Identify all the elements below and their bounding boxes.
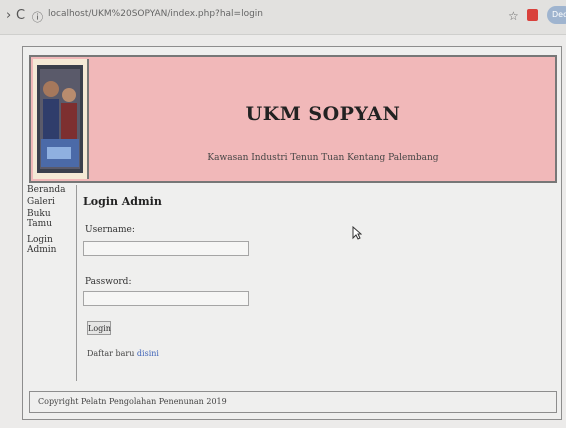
- forward-icon[interactable]: ›: [6, 8, 11, 23]
- password-label: Password:: [85, 277, 132, 287]
- login-button[interactable]: Login: [87, 321, 111, 335]
- page-container: UKM SOPYAN Kawasan Industri Tenun Tuan K…: [22, 46, 562, 420]
- sidebar-nav: Beranda Galeri Buku Tamu Login Admin: [23, 185, 77, 381]
- username-field[interactable]: [83, 241, 249, 256]
- username-label: Username:: [85, 225, 135, 235]
- reload-icon[interactable]: C: [16, 8, 25, 23]
- site-title: UKM SOPYAN: [245, 103, 401, 125]
- login-title: Login Admin: [83, 195, 162, 208]
- browser-toolbar: › C ⓘ localhost/UKM%20SOPYAN/index.php?h…: [0, 0, 566, 35]
- sidebar-item-galeri[interactable]: Galeri: [27, 197, 55, 207]
- extension-icon[interactable]: [527, 9, 538, 21]
- sidebar-item-beranda[interactable]: Beranda: [27, 185, 66, 195]
- register-link[interactable]: disini: [137, 349, 159, 358]
- register-label: Daftar baru: [87, 349, 135, 358]
- bookmark-star-icon[interactable]: ☆: [508, 9, 519, 23]
- mouse-cursor-icon: [352, 226, 362, 240]
- site-subtitle: Kawasan Industri Tenun Tuan Kentang Pale…: [207, 153, 439, 163]
- login-panel: Login Admin Username: Password: Login Da…: [81, 185, 551, 381]
- site-footer: Copyright Pelatn Pengolahan Penenunan 20…: [29, 391, 557, 413]
- address-bar[interactable]: localhost/UKM%20SOPYAN/index.php?hal=log…: [48, 9, 263, 19]
- sidebar-item-buku-tamu[interactable]: Buku Tamu: [27, 209, 76, 229]
- register-text: Daftar baru disini: [87, 349, 159, 358]
- profile-button[interactable]: Dedi: [547, 6, 566, 24]
- header-logo-image: [33, 59, 89, 179]
- password-field[interactable]: [83, 291, 249, 306]
- site-header: UKM SOPYAN Kawasan Industri Tenun Tuan K…: [29, 55, 557, 183]
- sidebar-item-login-admin[interactable]: Login Admin: [27, 235, 76, 255]
- info-icon[interactable]: ⓘ: [32, 9, 43, 25]
